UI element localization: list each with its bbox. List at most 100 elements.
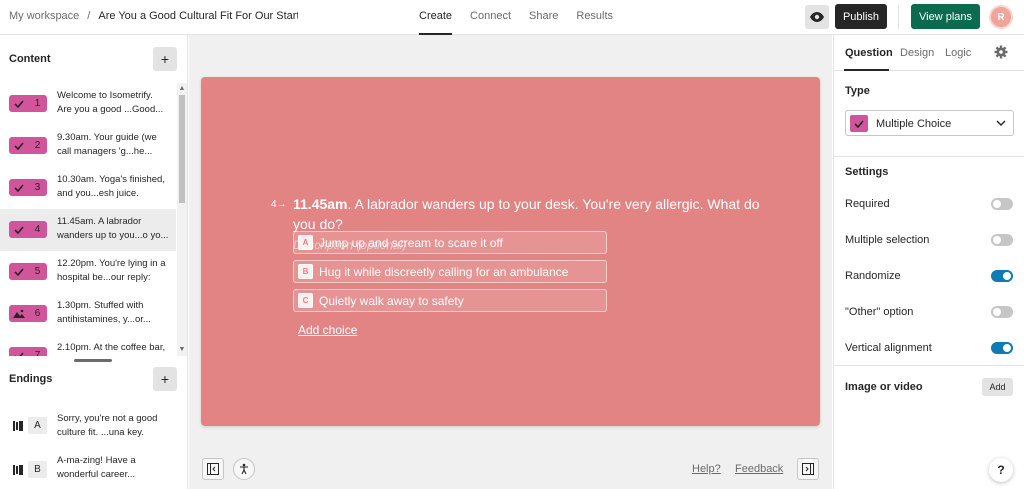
ending-badge: B — [9, 461, 47, 478]
list-item[interactable]: 1 Welcome to Isometrify. Are you a good … — [0, 83, 176, 125]
choice-b[interactable]: B Hug it while discreetly calling for an… — [293, 260, 607, 283]
question-summary: 1.30pm. Stuffed with antihistamines, y..… — [57, 300, 151, 325]
setting-other-option-label: "Other" option — [845, 306, 914, 318]
breadcrumb-separator: / — [87, 10, 91, 22]
question-type-value: Multiple Choice — [876, 118, 952, 130]
divider — [898, 5, 899, 29]
arrow-right-icon: → — [276, 199, 287, 210]
top-bar: My workspace / Are You a Good Cultural F… — [0, 0, 1024, 35]
check-icon — [9, 221, 28, 238]
setting-vertical-alignment-label: Vertical alignment — [845, 342, 932, 354]
required-toggle[interactable] — [991, 198, 1013, 210]
list-item[interactable]: 6 1.30pm. Stuffed with antihistamines, y… — [0, 293, 176, 335]
check-icon — [9, 95, 28, 112]
endings-header: Endings + — [0, 355, 188, 395]
scroll-thumb[interactable] — [179, 95, 185, 203]
ending-icon — [9, 417, 28, 434]
help-link[interactable]: Help? — [692, 463, 721, 475]
list-item[interactable]: 3 10.30am. Yoga's finished, and you...es… — [0, 167, 176, 209]
editor-canvas: 4→ 11.45am. A labrador wanders up to you… — [189, 35, 832, 489]
image-video-label: Image or video — [845, 381, 923, 393]
question-title-time: 11.45am — [293, 196, 348, 212]
ending-item[interactable]: A Sorry, you're not a good culture fit. … — [0, 403, 176, 445]
question-badge: 1 — [9, 95, 47, 112]
panel-left-icon — [207, 463, 219, 475]
collapse-left-button[interactable] — [202, 458, 224, 480]
accessibility-button[interactable] — [233, 458, 255, 480]
question-number: 5 — [34, 266, 41, 277]
ending-item[interactable]: B A-ma-zing! Have a wonderful career... — [0, 447, 176, 489]
tab-connect[interactable]: Connect — [470, 0, 520, 35]
question-badge: 4 — [9, 221, 47, 238]
question-list-scrollbar[interactable]: ▲ ▼ — [177, 83, 187, 356]
add-ending-button[interactable]: + — [153, 367, 177, 391]
add-choice-link[interactable]: Add choice — [298, 323, 357, 337]
content-sidebar: Content + 1 Welcome to Isometrify. Are y… — [0, 35, 188, 489]
tab-share[interactable]: Share — [529, 0, 567, 35]
panel-right-icon — [802, 463, 814, 475]
question-list[interactable]: 1 Welcome to Isometrify. Are you a good … — [0, 83, 176, 356]
other-option-toggle[interactable] — [991, 306, 1013, 318]
choice-a[interactable]: A Jump up and scream to scare it off — [293, 231, 607, 254]
list-item[interactable]: 2 9.30am. Your guide (we call managers '… — [0, 125, 176, 167]
question-summary: 12.20pm. You're lying in a hospital be..… — [57, 258, 166, 283]
tab-question[interactable]: Question — [845, 47, 893, 59]
check-icon — [9, 137, 28, 154]
image-icon — [9, 305, 28, 322]
list-item-active[interactable]: 4 11.45am. A labrador wanders up to you.… — [0, 209, 176, 251]
question-title[interactable]: 11.45am. A labrador wanders up to your d… — [293, 194, 763, 234]
form-title[interactable]: Are You a Good Cultural Fit For Our Star… — [98, 10, 298, 22]
ending-badge: A — [9, 417, 47, 434]
add-content-button[interactable]: + — [153, 47, 177, 71]
list-item[interactable]: 7 2.10pm. At the coffee bar, — [0, 335, 176, 356]
tab-create[interactable]: Create — [419, 0, 461, 35]
question-badge: 6 — [9, 305, 47, 322]
choice-key: B — [298, 264, 313, 279]
question-number: 2 — [34, 140, 41, 151]
publish-button[interactable]: Publish — [835, 4, 887, 29]
preview-button[interactable] — [805, 5, 829, 29]
choice-c[interactable]: C Quietly walk away to safety — [293, 289, 607, 312]
help-button[interactable]: ? — [989, 458, 1013, 482]
choice-text: Hug it while discreetly calling for an a… — [319, 264, 569, 279]
feedback-link[interactable]: Feedback — [735, 463, 783, 475]
ending-key: A — [28, 417, 47, 434]
list-item[interactable]: 5 12.20pm. You're lying in a hospital be… — [0, 251, 176, 293]
divider — [834, 156, 1024, 157]
settings-panel: Question Design Logic Type Multiple Choi… — [833, 35, 1024, 489]
add-media-button[interactable]: Add — [982, 378, 1013, 396]
multiple-selection-toggle[interactable] — [991, 234, 1013, 246]
breadcrumb-workspace[interactable]: My workspace — [9, 10, 79, 22]
check-icon — [9, 263, 28, 280]
question-badge: 3 — [9, 179, 47, 196]
view-plans-button[interactable]: View plans — [911, 4, 980, 29]
collapse-right-button[interactable] — [797, 458, 819, 480]
question-card[interactable]: 4→ 11.45am. A labrador wanders up to you… — [201, 77, 820, 426]
main-nav: Create Connect Share Results — [419, 0, 631, 35]
tab-logic[interactable]: Logic — [945, 47, 971, 59]
question-number: 4 — [34, 224, 41, 235]
tab-results[interactable]: Results — [576, 0, 622, 35]
choice-text: Jump up and scream to scare it off — [319, 235, 503, 250]
question-number-label: 4→ — [271, 199, 287, 210]
avatar[interactable]: R — [989, 5, 1013, 29]
content-header: Content + — [0, 35, 188, 75]
accessibility-icon — [240, 463, 248, 475]
question-badge: 5 — [9, 263, 47, 280]
setting-randomize-label: Randomize — [845, 270, 901, 282]
vertical-alignment-toggle[interactable] — [991, 342, 1013, 354]
tab-design[interactable]: Design — [900, 47, 934, 59]
gear-icon[interactable] — [994, 45, 1008, 59]
ending-icon — [9, 461, 28, 478]
question-summary: 10.30am. Yoga's finished, and you...esh … — [57, 174, 165, 199]
randomize-toggle[interactable] — [991, 270, 1013, 282]
settings-label: Settings — [845, 166, 889, 178]
question-number: 6 — [34, 308, 41, 319]
question-summary: Welcome to Isometrify. Are you a good ..… — [57, 90, 164, 115]
breadcrumb: My workspace / Are You a Good Cultural F… — [9, 10, 298, 22]
question-type-select[interactable]: Multiple Choice — [845, 110, 1014, 136]
question-summary: 11.45am. A labrador wanders up to you...… — [57, 216, 169, 241]
scroll-down-icon[interactable]: ▼ — [178, 346, 186, 354]
check-icon — [850, 115, 868, 132]
scroll-up-icon[interactable]: ▲ — [178, 85, 186, 93]
